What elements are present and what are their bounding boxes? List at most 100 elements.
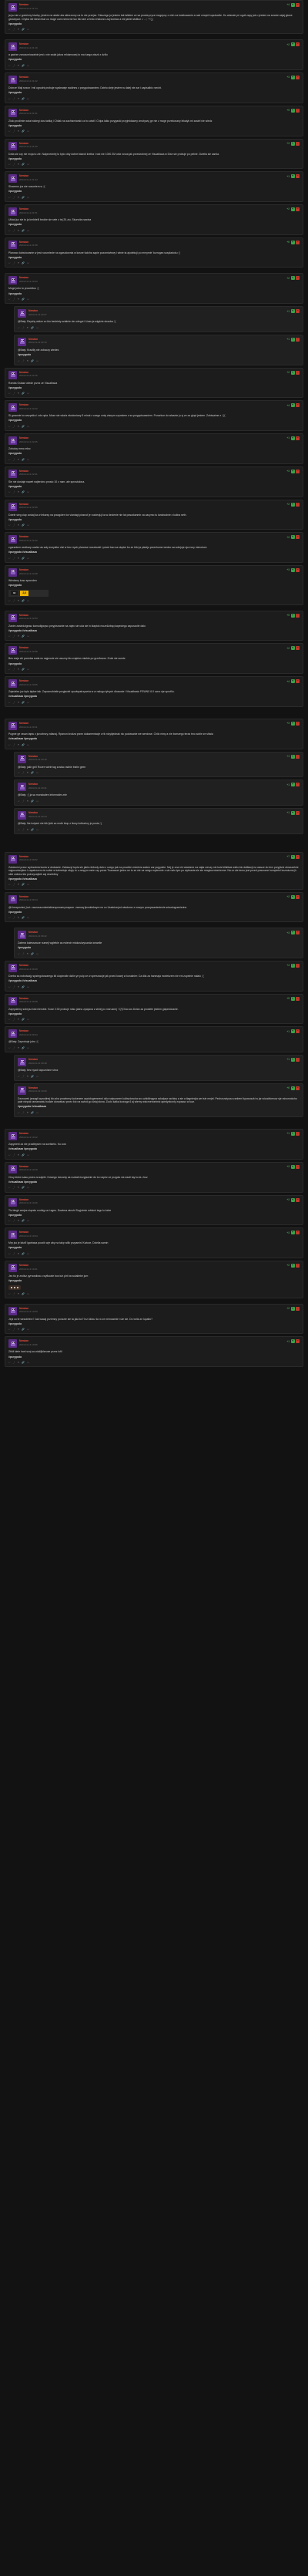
downvote-button[interactable]: −: [296, 370, 300, 375]
link-icon[interactable]: 🔗: [22, 985, 25, 988]
upvote-button[interactable]: +: [290, 721, 295, 726]
comment-tags[interactable]: #przygoda: [8, 1355, 300, 1359]
avatar[interactable]: [8, 207, 17, 216]
comment-tags[interactable]: #przygoda: [8, 584, 300, 588]
comment-tags[interactable]: #przygoda: [8, 1246, 300, 1250]
comment-tags[interactable]: #visualbaza #przygoda: [8, 1147, 300, 1151]
share-icon[interactable]: ⤴: [22, 326, 25, 329]
link-icon[interactable]: 🔗: [31, 326, 34, 329]
comment-tags[interactable]: #przygoda: [18, 946, 300, 950]
reply-icon[interactable]: ↩: [18, 771, 20, 774]
avatar[interactable]: [18, 783, 26, 792]
reply-icon[interactable]: ↩: [8, 743, 11, 746]
share-icon[interactable]: ⤴: [13, 916, 15, 919]
upvote-button[interactable]: +: [290, 370, 295, 375]
avatar[interactable]: [8, 535, 17, 544]
share-icon[interactable]: ⤴: [13, 883, 15, 886]
upvote-button[interactable]: +: [290, 1029, 295, 1034]
share-icon[interactable]: ⤴: [13, 458, 15, 461]
upvote-button[interactable]: +: [290, 646, 295, 651]
more-icon[interactable]: •••: [27, 1018, 29, 1021]
flag-icon[interactable]: ⚑: [18, 229, 20, 232]
more-icon[interactable]: •••: [27, 229, 29, 232]
reply-icon[interactable]: ↩: [8, 64, 11, 67]
flag-icon[interactable]: ⚑: [18, 261, 20, 264]
reply-icon[interactable]: ↩: [8, 1186, 11, 1189]
avatar[interactable]: [8, 1263, 17, 1272]
flag-icon[interactable]: ⚑: [18, 557, 20, 560]
reply-icon[interactable]: ↩: [8, 557, 11, 560]
downvote-button[interactable]: −: [296, 42, 300, 47]
more-icon[interactable]: •••: [27, 524, 29, 527]
share-icon[interactable]: ⤴: [13, 1018, 15, 1021]
upvote-button[interactable]: +: [290, 42, 295, 47]
share-icon[interactable]: ⤴: [22, 828, 25, 831]
avatar[interactable]: [8, 276, 17, 285]
link-icon[interactable]: 🔗: [22, 261, 25, 264]
more-icon[interactable]: •••: [36, 771, 38, 774]
flag-icon[interactable]: ⚑: [27, 1075, 29, 1078]
more-icon[interactable]: •••: [27, 458, 29, 461]
downvote-button[interactable]: −: [296, 931, 300, 935]
reply-icon[interactable]: ↩: [8, 668, 11, 671]
more-icon[interactable]: •••: [27, 1186, 29, 1189]
comment-tags[interactable]: #przygoda: [8, 157, 300, 161]
flag-icon[interactable]: ⚑: [27, 771, 29, 774]
downvote-button[interactable]: −: [296, 76, 300, 80]
downvote-button[interactable]: −: [296, 754, 300, 759]
link-icon[interactable]: 🔗: [22, 701, 25, 704]
avatar[interactable]: [8, 469, 17, 478]
share-icon[interactable]: ⤴: [13, 196, 15, 199]
downvote-button[interactable]: −: [296, 240, 300, 244]
more-icon[interactable]: •••: [27, 1046, 29, 1049]
share-icon[interactable]: ⤴: [13, 701, 15, 704]
link-icon[interactable]: 🔗: [22, 1219, 25, 1222]
more-icon[interactable]: •••: [27, 985, 29, 988]
reply-icon[interactable]: ↩: [8, 261, 11, 264]
downvote-button[interactable]: −: [296, 469, 300, 473]
comment-tags[interactable]: #przygoda: [8, 419, 300, 423]
link-icon[interactable]: 🔗: [31, 1075, 34, 1078]
share-icon[interactable]: ⤴: [22, 952, 25, 955]
upvote-button[interactable]: +: [290, 108, 295, 113]
upvote-button[interactable]: +: [290, 1197, 295, 1202]
share-icon[interactable]: ⤴: [13, 261, 15, 264]
reply-icon[interactable]: ↩: [8, 1252, 11, 1255]
reply-icon[interactable]: ↩: [8, 1046, 11, 1049]
flag-icon[interactable]: ⚑: [18, 1219, 20, 1222]
reply-icon[interactable]: ↩: [18, 359, 20, 362]
more-icon[interactable]: •••: [27, 743, 29, 746]
avatar[interactable]: [8, 42, 17, 52]
link-icon[interactable]: 🔗: [22, 599, 25, 602]
upvote-button[interactable]: +: [290, 963, 295, 968]
embedded-badge[interactable]: 90 2,0: [8, 589, 49, 597]
comment-tags[interactable]: #przygoda: [8, 91, 300, 95]
downvote-button[interactable]: −: [296, 3, 300, 7]
downvote-button[interactable]: −: [296, 1197, 300, 1202]
share-icon[interactable]: ⤴: [13, 668, 15, 671]
link-icon[interactable]: 🔗: [31, 952, 34, 955]
reply-icon[interactable]: ↩: [8, 1292, 11, 1295]
reply-icon[interactable]: ↩: [8, 425, 11, 428]
upvote-button[interactable]: +: [290, 613, 295, 618]
downvote-button[interactable]: −: [296, 721, 300, 726]
more-icon[interactable]: •••: [27, 1361, 29, 1364]
reply-icon[interactable]: ↩: [18, 1075, 20, 1078]
avatar[interactable]: [8, 679, 17, 689]
comment-tags[interactable]: #przygoda: [8, 256, 300, 260]
reply-icon[interactable]: ↩: [8, 1018, 11, 1021]
upvote-button[interactable]: +: [290, 1263, 295, 1268]
more-icon[interactable]: •••: [27, 97, 29, 100]
link-icon[interactable]: 🔗: [22, 883, 25, 886]
link-icon[interactable]: 🔗: [22, 1292, 25, 1295]
flag-icon[interactable]: ⚑: [18, 985, 20, 988]
downvote-button[interactable]: −: [296, 679, 300, 684]
downvote-button[interactable]: −: [296, 1164, 300, 1169]
comment-tags[interactable]: #przygoda: [8, 58, 300, 62]
avatar[interactable]: [18, 931, 26, 940]
flag-icon[interactable]: ⚑: [27, 1111, 29, 1114]
avatar[interactable]: [8, 240, 17, 249]
upvote-button[interactable]: +: [290, 996, 295, 1001]
share-icon[interactable]: ⤴: [13, 985, 15, 988]
flag-icon[interactable]: ⚑: [27, 828, 29, 831]
